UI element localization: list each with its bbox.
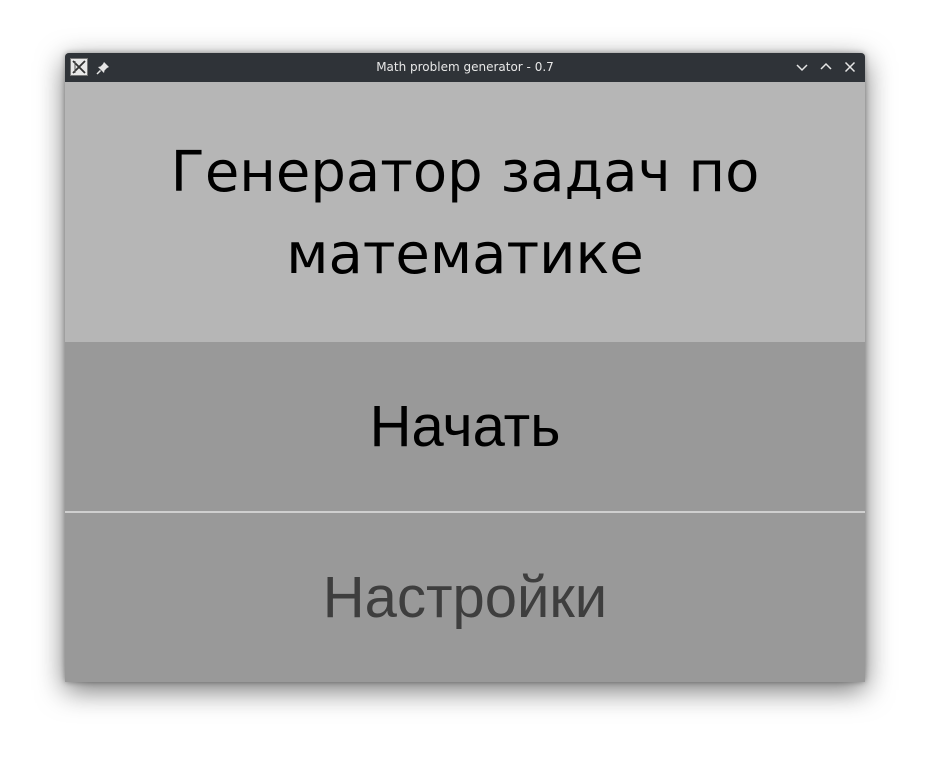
start-button[interactable]: Начать	[65, 342, 865, 511]
app-window: Math problem generator - 0.7 Генератор з…	[65, 53, 865, 682]
header-panel: Генератор задач по математике	[65, 82, 865, 342]
chevron-up-icon[interactable]	[819, 60, 833, 74]
chevron-down-icon[interactable]	[795, 60, 809, 74]
window-title: Math problem generator - 0.7	[376, 60, 554, 74]
settings-button[interactable]: Настройки	[65, 513, 865, 682]
title-bar[interactable]: Math problem generator - 0.7	[65, 53, 865, 82]
page-title: Генератор задач по математике	[170, 140, 760, 287]
close-icon[interactable]	[843, 60, 857, 74]
